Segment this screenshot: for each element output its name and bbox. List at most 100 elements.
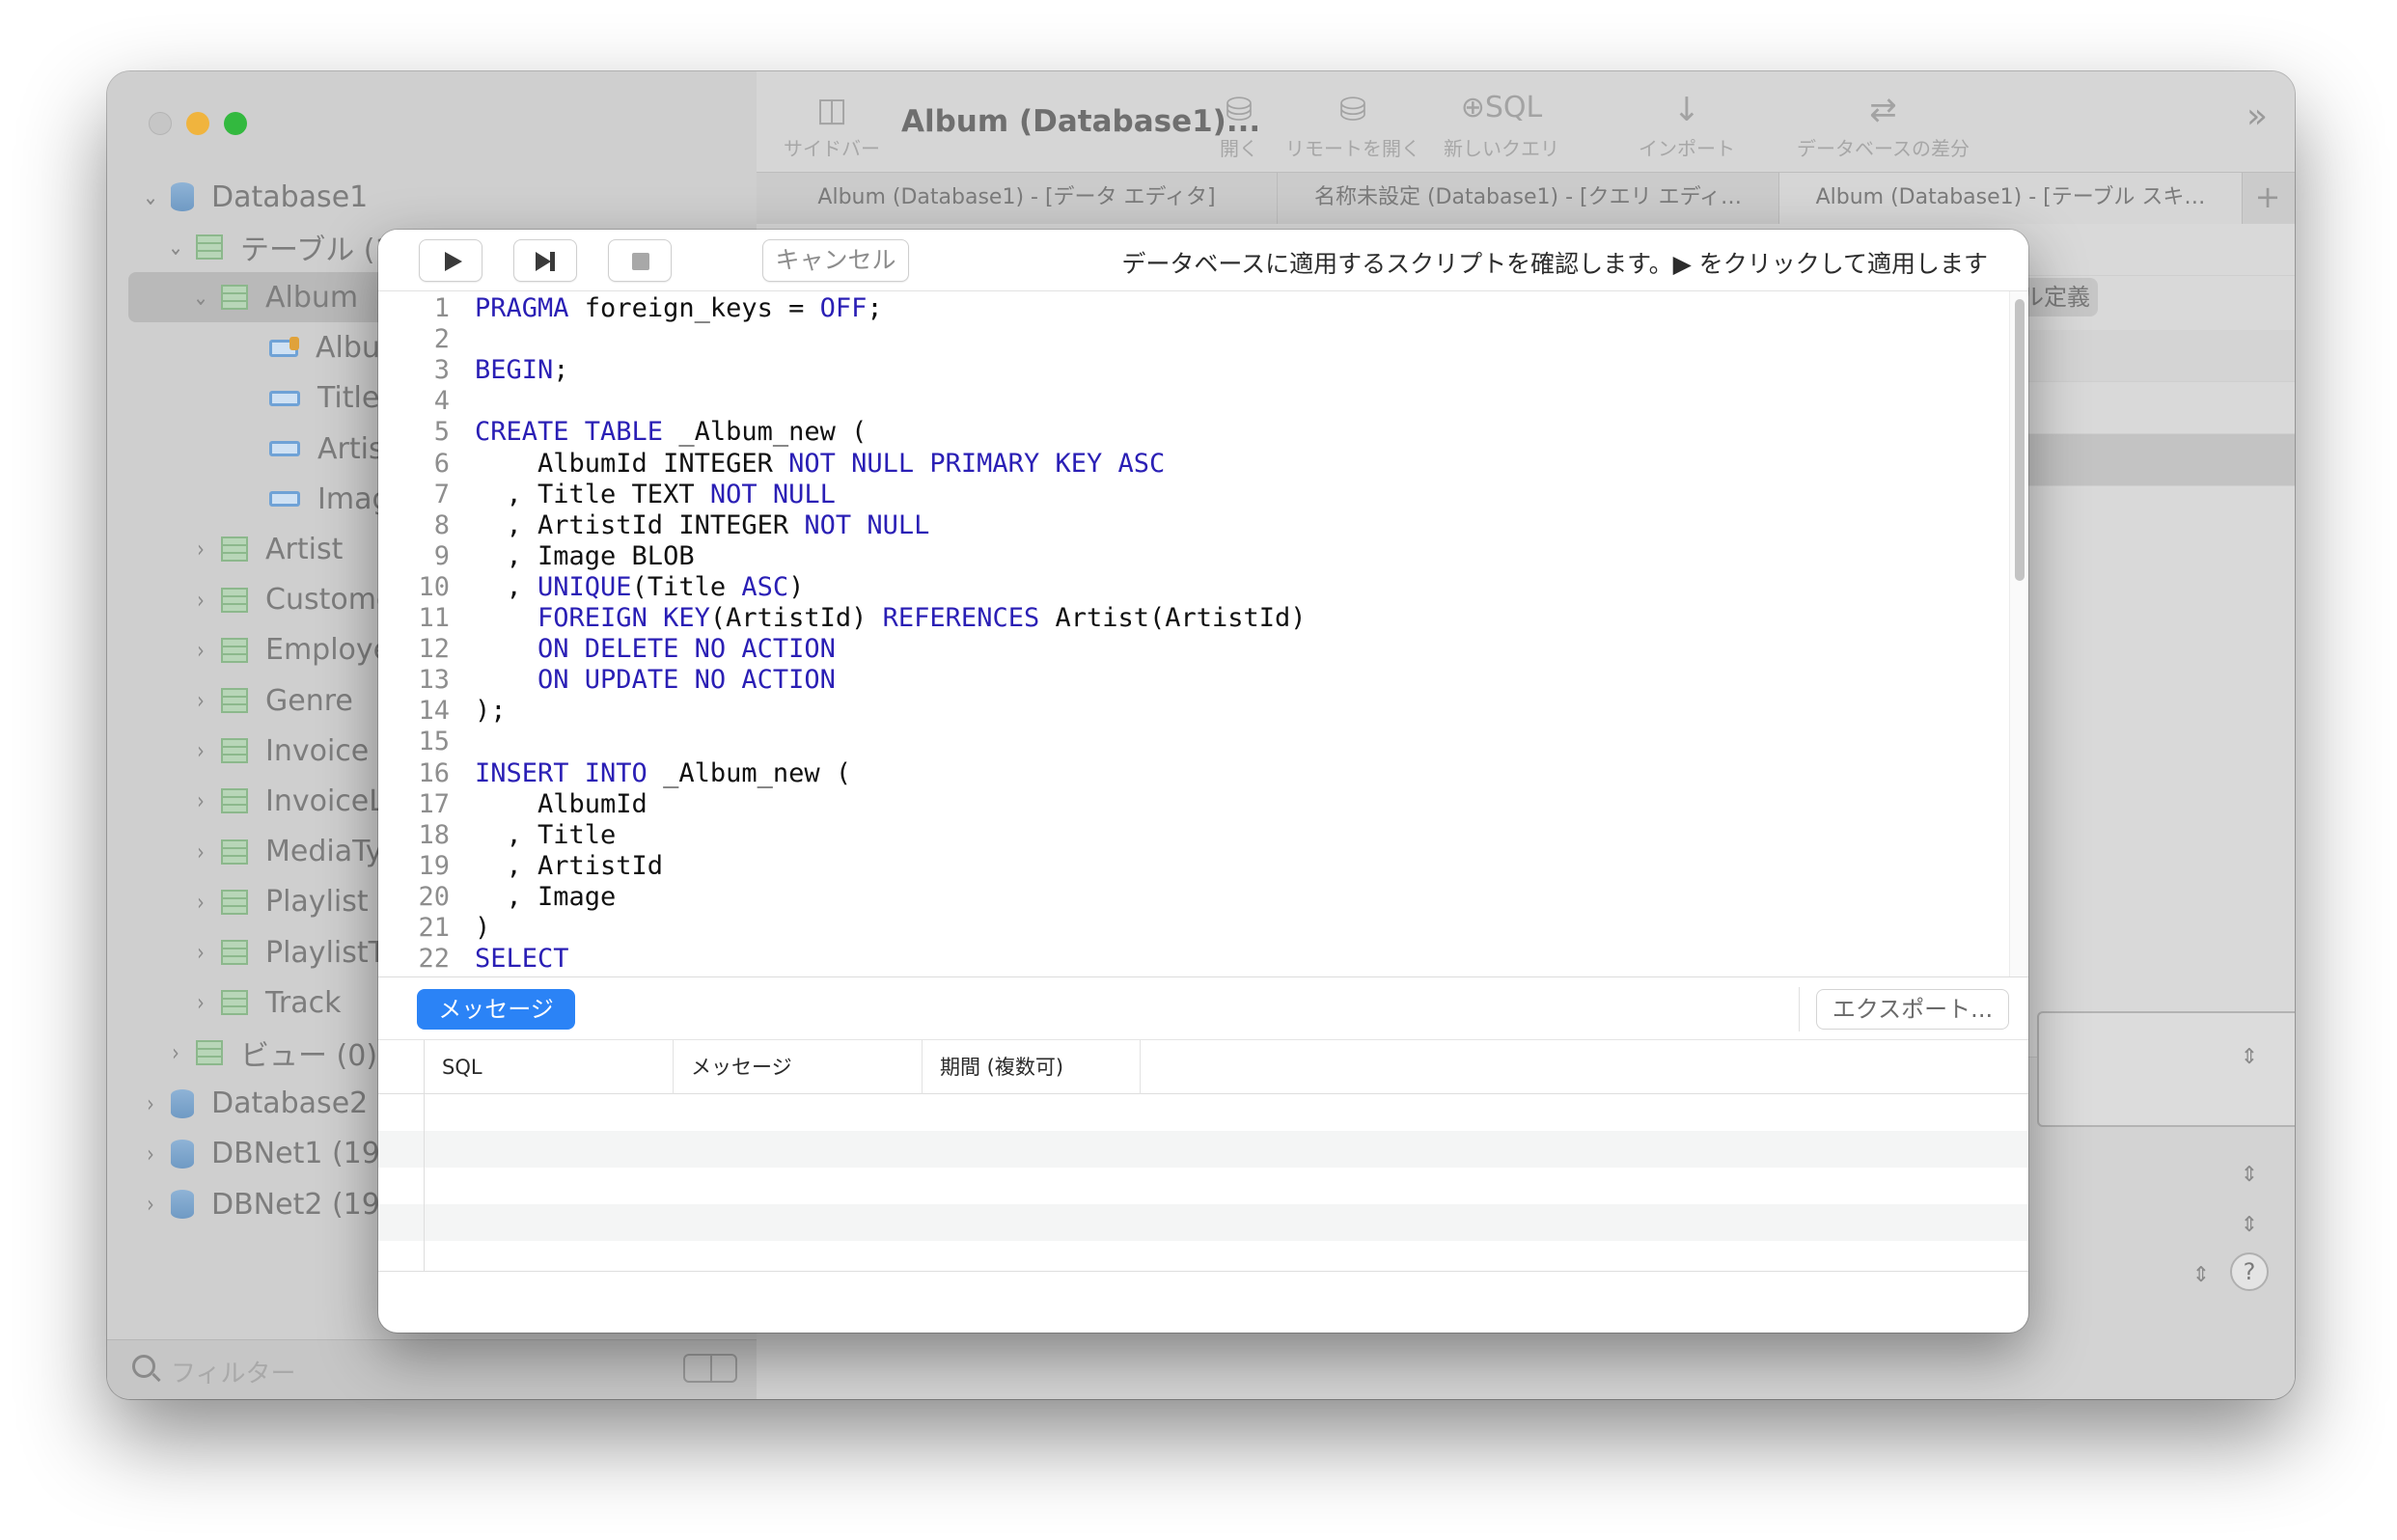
- sql-text: , Image BLOB: [475, 540, 695, 571]
- sidebar-item-artist[interactable]: › Artist: [190, 524, 343, 574]
- stop-button[interactable]: [608, 239, 672, 282]
- sql-text: ;: [553, 355, 569, 386]
- sql-text: _Album_new (: [647, 757, 852, 788]
- chevron-updown-icon[interactable]: ⇕: [2230, 1156, 2269, 1195]
- open-button[interactable]: ⛁ 開く: [1220, 91, 1258, 161]
- sidebar-item-ビュー[interactable]: › ビュー (0): [165, 1028, 377, 1078]
- chevron-down-icon[interactable]: ⌄: [142, 183, 159, 210]
- code-line: );: [475, 696, 507, 726]
- chevron-right-icon[interactable]: ›: [192, 637, 209, 664]
- line-number: 13: [418, 665, 450, 696]
- import-button[interactable]: ↓ インポート: [1639, 91, 1735, 161]
- sidebar-toggle-label: サイドバー: [784, 137, 880, 160]
- help-button[interactable]: ?: [2230, 1252, 2269, 1291]
- table-icon: [221, 889, 248, 915]
- sql-keyword: NOT NULL: [709, 479, 836, 509]
- chevron-right-icon[interactable]: ›: [142, 1090, 159, 1117]
- chevron-right-icon[interactable]: ›: [142, 1141, 159, 1168]
- sql-text: , ArtistId INTEGER: [475, 509, 805, 540]
- database-diff-button[interactable]: ⇄ データベースの差分: [1797, 91, 1970, 161]
- chevron-right-icon[interactable]: ›: [192, 839, 209, 866]
- sidebar-item-customer[interactable]: › Customer: [190, 575, 406, 625]
- tab-data-editor[interactable]: Album (Database1) - [データ エディタ]: [757, 173, 1278, 225]
- line-number: 21: [418, 913, 450, 943]
- sidebar-item-playlist[interactable]: › Playlist: [190, 877, 368, 927]
- chevron-down-icon[interactable]: ⌄: [192, 284, 209, 311]
- chevron-down-icon[interactable]: ⌄: [167, 234, 184, 261]
- sql-editor[interactable]: 1 2 3 4 5 6 7 8 9 10 11 12 13 14 15 16 17 18 19 20 21 22 PRAG…: [378, 291, 2009, 976]
- chevron-updown-icon[interactable]: ⇕: [2230, 1038, 2269, 1077]
- code-line: ON DELETE NO ACTION: [475, 634, 836, 664]
- sidebar-item-label: ビュー (0): [240, 1039, 378, 1074]
- add-tab-button[interactable]: +: [2241, 173, 2295, 225]
- chevron-right-icon[interactable]: ›: [192, 939, 209, 966]
- chevron-right-icon[interactable]: ›: [192, 737, 209, 764]
- zoom-window-button[interactable]: [224, 112, 247, 135]
- sql-keyword: NOT NULL PRIMARY KEY ASC: [788, 448, 1166, 479]
- sql-text: foreign_keys =: [568, 293, 820, 323]
- chevron-right-icon[interactable]: ›: [192, 989, 209, 1016]
- line-number: 11: [418, 603, 450, 633]
- sql-keyword: PRAGMA: [475, 293, 569, 323]
- sidebar-item-database1[interactable]: ⌄ Database1: [140, 172, 368, 222]
- chevron-updown-icon[interactable]: ⇕: [2230, 1206, 2269, 1245]
- sql-text: ): [788, 571, 805, 602]
- code-line: INSERT INTO _Album_new (: [475, 758, 851, 788]
- table-row: [378, 1168, 2028, 1204]
- tab-table-schema[interactable]: Album (Database1) - [テーブル スキ…: [1779, 173, 2243, 225]
- code-line: , Image: [475, 881, 617, 912]
- line-number: 1: [433, 293, 450, 323]
- table-icon: [221, 587, 248, 613]
- code-line: AlbumId INTEGER NOT NULL PRIMARY KEY ASC: [475, 449, 1165, 479]
- chevron-right-icon[interactable]: ›: [142, 1191, 159, 1218]
- export-button[interactable]: エクスポート...: [1816, 989, 2009, 1030]
- document-tabs: Album (Database1) - [データ エディタ] 名称未設定 (Da…: [757, 172, 2295, 225]
- sidebar-item-employee[interactable]: › Employee: [190, 625, 408, 675]
- close-window-button[interactable]: [149, 112, 172, 135]
- tab-messages[interactable]: メッセージ: [417, 989, 575, 1030]
- column-header-duration[interactable]: 期間 (複数可): [923, 1040, 1141, 1094]
- code-line: PRAGMA foreign_keys = OFF;: [475, 293, 883, 323]
- minimize-window-button[interactable]: [186, 112, 209, 135]
- table-icon: [221, 688, 248, 713]
- sql-keyword: REFERENCES: [882, 603, 1040, 633]
- sidebar-item-label: DBNet1 (192: [211, 1137, 399, 1171]
- table-row: [378, 1094, 2028, 1131]
- filter-input[interactable]: フィルター: [171, 1354, 295, 1389]
- code-line: , UNIQUE(Title ASC): [475, 571, 805, 602]
- run-button[interactable]: [419, 239, 482, 282]
- chevron-right-icon[interactable]: ›: [192, 687, 209, 714]
- sql-text: , Image: [475, 881, 617, 912]
- cancel-button[interactable]: キャンセル: [762, 239, 909, 282]
- sidebar-item-track[interactable]: › Track: [190, 977, 341, 1028]
- chevron-right-icon[interactable]: ›: [192, 587, 209, 614]
- sidebar-item-dbnet2[interactable]: › DBNet2 (192: [140, 1179, 399, 1229]
- sidebar-item-dbnet1[interactable]: › DBNet1 (192: [140, 1129, 399, 1179]
- chevron-right-icon[interactable]: ›: [192, 536, 209, 563]
- tab-query-editor[interactable]: 名称未設定 (Database1) - [クエリ エディ…: [1278, 173, 1779, 225]
- sidebar-item-database2[interactable]: › Database2: [140, 1079, 368, 1129]
- step-button[interactable]: [513, 239, 577, 282]
- network-database-icon: [171, 1139, 194, 1169]
- chevron-updown-icon[interactable]: ⇕: [2182, 1256, 2220, 1295]
- database-icon: [171, 182, 194, 211]
- sql-text: ;: [867, 293, 883, 323]
- editor-scrollbar[interactable]: [2009, 291, 2028, 976]
- chevron-right-icon[interactable]: ›: [192, 889, 209, 916]
- line-number: 10: [418, 571, 450, 602]
- column-icon: [269, 491, 300, 508]
- chevron-right-icon[interactable]: ›: [167, 1039, 184, 1066]
- column-header-message[interactable]: メッセージ: [674, 1040, 923, 1094]
- new-query-button[interactable]: ⊕SQL 新しいクエリ: [1444, 91, 1559, 161]
- column-header-sql[interactable]: SQL: [425, 1040, 674, 1094]
- chevron-double-right-icon[interactable]: »: [2246, 96, 2268, 136]
- sql-keyword: NOT NULL: [804, 509, 930, 540]
- remote-open-button[interactable]: ⛁ リモートを開く: [1285, 91, 1420, 161]
- filter-options-button[interactable]: [683, 1354, 737, 1383]
- scrollbar-thumb[interactable]: [2015, 299, 2025, 581]
- sidebar-toggle-button[interactable]: ◫ サイドバー: [784, 91, 880, 161]
- sidebar-item-invoice[interactable]: › Invoice: [190, 726, 369, 776]
- grid-header: SQL メッセージ 期間 (複数可): [378, 1040, 2028, 1094]
- sidebar-item-genre[interactable]: › Genre: [190, 675, 353, 726]
- chevron-right-icon[interactable]: ›: [192, 787, 209, 814]
